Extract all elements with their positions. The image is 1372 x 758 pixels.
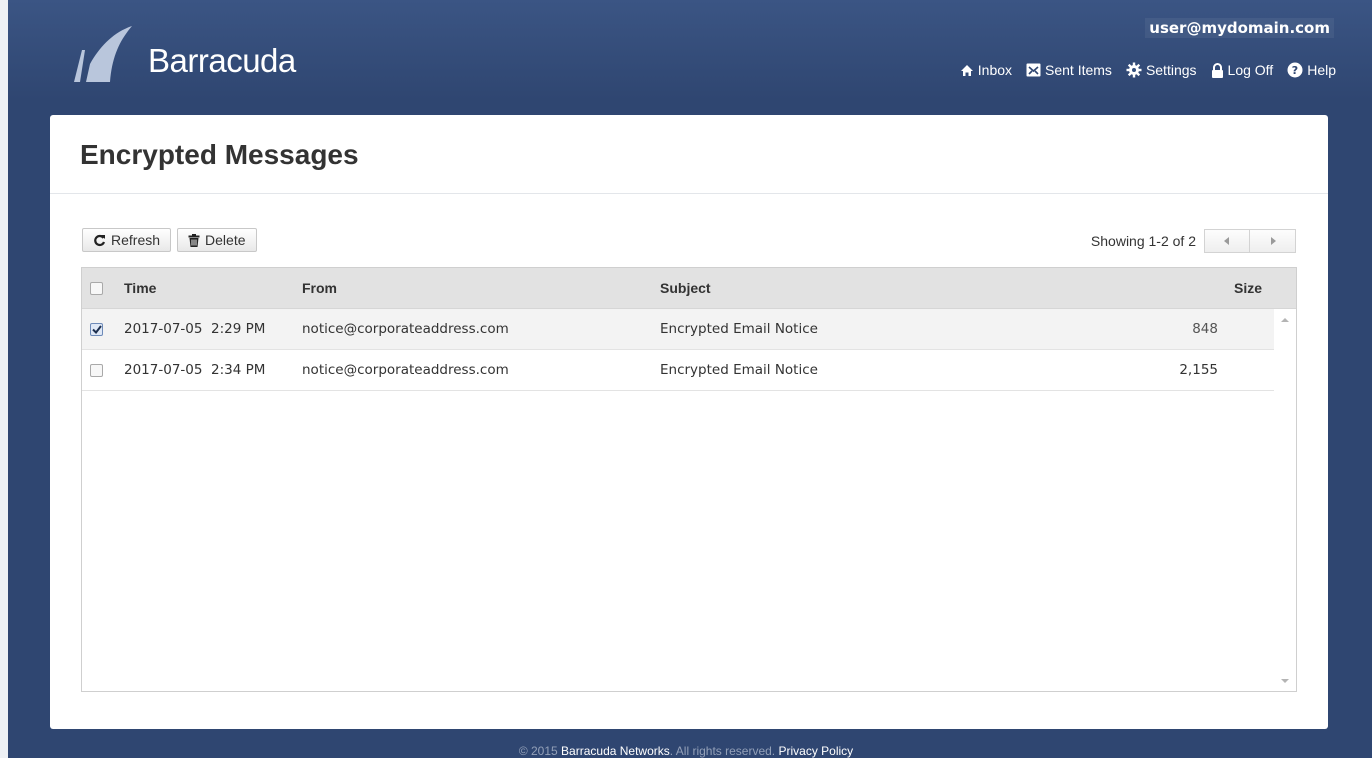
nav-log-off[interactable]: Log Off — [1211, 62, 1274, 78]
chevron-left-icon — [1224, 237, 1229, 245]
panel-header: Encrypted Messages — [50, 115, 1328, 194]
next-page-button[interactable] — [1250, 229, 1296, 253]
lock-icon — [1211, 62, 1223, 78]
barracuda-fin-icon — [74, 26, 132, 82]
column-header-subject[interactable]: Subject — [660, 268, 711, 308]
select-all-cell — [90, 268, 103, 308]
nav-sent-items-label: Sent Items — [1045, 62, 1112, 78]
pagination: Showing 1-2 of 2 — [1091, 229, 1296, 253]
gear-icon — [1126, 62, 1142, 78]
row-checkbox[interactable] — [90, 363, 103, 377]
table-scrollbar[interactable] — [1274, 308, 1296, 691]
refresh-icon — [94, 234, 106, 246]
nav-sent-items[interactable]: Sent Items — [1026, 62, 1112, 78]
envelope-icon — [1026, 63, 1041, 77]
table-row[interactable]: 2017-07-05 2:29 PM notice@corporateaddre… — [82, 309, 1274, 350]
message-toolbar: Refresh Delete — [82, 228, 257, 252]
column-header-from[interactable]: From — [302, 268, 337, 308]
home-icon — [960, 64, 973, 76]
trash-icon — [188, 233, 200, 247]
row-checkbox[interactable] — [90, 322, 103, 336]
checkmark-icon — [91, 324, 102, 334]
table-header: Time From Subject Size — [82, 268, 1296, 309]
nav-help[interactable]: ? Help — [1287, 62, 1336, 78]
nav-settings-label: Settings — [1145, 62, 1197, 78]
barracuda-logo[interactable]: Barracuda — [72, 22, 296, 82]
message-from: notice@corporateaddress.com — [302, 321, 509, 337]
company-link[interactable]: Barracuda Networks — [561, 744, 670, 758]
scroll-up-arrow-icon[interactable] — [1280, 316, 1290, 324]
privacy-policy-link[interactable]: Privacy Policy — [778, 744, 853, 758]
chevron-right-icon — [1270, 237, 1276, 245]
nav-settings[interactable]: Settings — [1126, 62, 1197, 78]
scroll-down-arrow-icon[interactable] — [1280, 677, 1290, 685]
nav-help-label: Help — [1307, 62, 1336, 78]
message-time: 2017-07-05 2:34 PM — [124, 362, 266, 378]
refresh-button[interactable]: Refresh — [82, 228, 172, 252]
delete-button[interactable]: Delete — [177, 228, 257, 252]
column-header-time[interactable]: Time — [124, 268, 156, 308]
top-nav: Inbox Sent Items Settings Log Off ? Help — [960, 62, 1336, 78]
footer-copyright: © 2015 — [518, 744, 558, 758]
nav-inbox-label: Inbox — [977, 62, 1013, 78]
messages-table: Time From Subject Size 2017-07-05 2:29 P… — [81, 267, 1297, 692]
paging-status: Showing 1-2 of 2 — [1090, 233, 1196, 249]
row-select-cell — [90, 350, 103, 390]
messages-panel: Encrypted Messages Refresh Delete Showin… — [50, 115, 1328, 729]
nav-log-off-label: Log Off — [1227, 62, 1274, 78]
help-icon: ? — [1287, 62, 1303, 78]
previous-page-button[interactable] — [1204, 229, 1250, 253]
row-select-cell — [90, 309, 103, 349]
table-row[interactable]: 2017-07-05 2:34 PM notice@corporateaddre… — [82, 350, 1274, 391]
select-all-checkbox[interactable] — [90, 281, 103, 295]
message-subject: Encrypted Email Notice — [660, 362, 818, 378]
refresh-label: Refresh — [111, 232, 161, 248]
svg-text:?: ? — [1292, 64, 1298, 77]
message-time: 2017-07-05 2:29 PM — [124, 321, 266, 337]
top-header: Barracuda user@mydomain.com Inbox Sent I… — [8, 0, 1372, 100]
window-frame-edge — [0, 0, 8, 758]
nav-inbox[interactable]: Inbox — [960, 62, 1012, 78]
user-email[interactable]: user@mydomain.com — [1145, 18, 1334, 38]
column-header-size[interactable]: Size — [1234, 268, 1262, 308]
message-from: notice@corporateaddress.com — [302, 362, 509, 378]
delete-label: Delete — [205, 232, 246, 248]
message-size: 2,155 — [1179, 362, 1218, 378]
page-footer: © 2015 Barracuda Networks. All rights re… — [0, 744, 1372, 758]
footer-rights: . All rights reserved. — [669, 744, 776, 758]
message-subject: Encrypted Email Notice — [660, 321, 818, 337]
brand-name: Barracuda — [148, 42, 296, 79]
message-size: 848 — [1192, 321, 1218, 337]
page-title: Encrypted Messages — [80, 139, 359, 170]
